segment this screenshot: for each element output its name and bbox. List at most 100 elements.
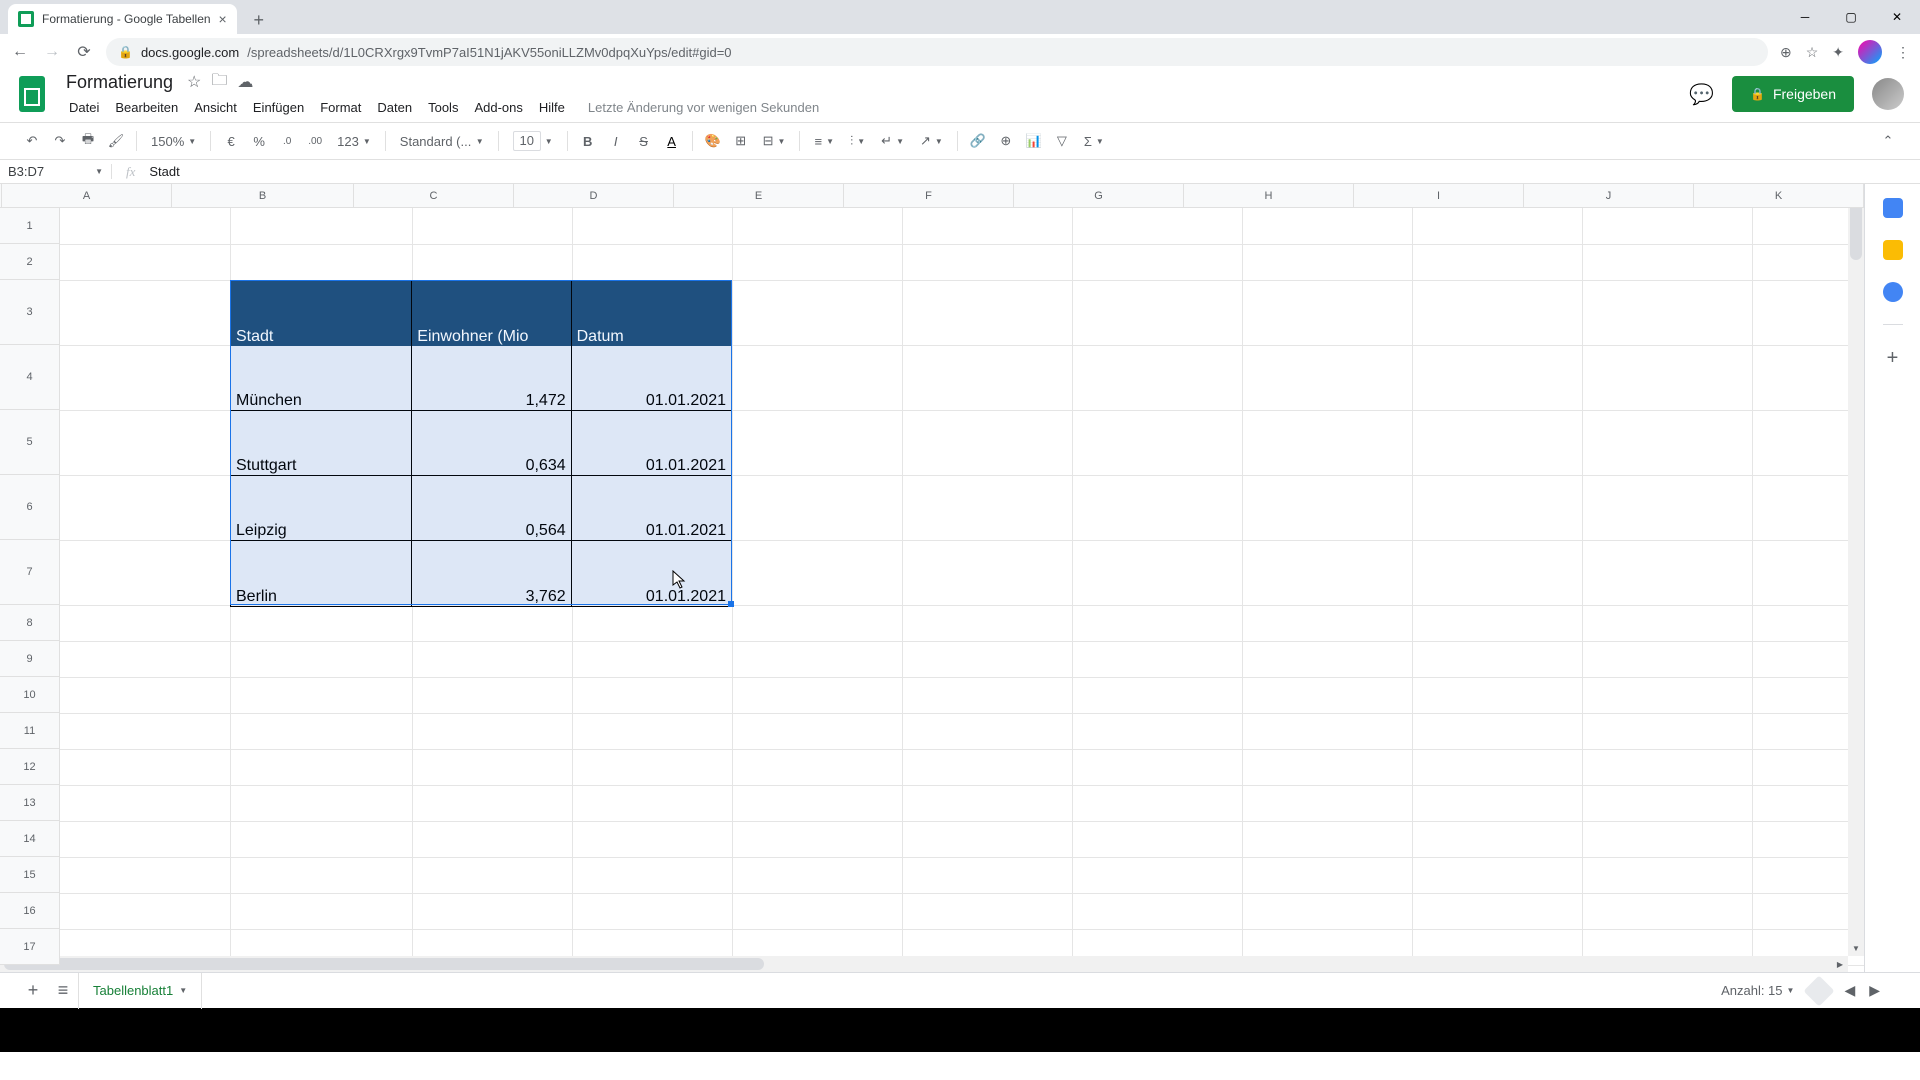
merge-cells-button[interactable]: ⊟▼ [757, 133, 792, 149]
comments-icon[interactable]: 💬 [1689, 82, 1714, 107]
move-doc-icon[interactable]: 🗀 [211, 69, 227, 96]
add-addon-icon[interactable]: + [1887, 347, 1899, 370]
row-header-16[interactable]: 16 [0, 893, 59, 929]
sheet-tab-menu-icon[interactable]: ▼ [179, 986, 187, 995]
row-header-3[interactable]: 3 [0, 280, 59, 345]
menu-addons[interactable]: Add-ons [467, 98, 529, 117]
row-header-8[interactable]: 8 [0, 605, 59, 641]
menu-tools[interactable]: Tools [421, 98, 465, 117]
row-header-5[interactable]: 5 [0, 410, 59, 475]
menu-datei[interactable]: Datei [62, 98, 106, 117]
explore-button[interactable] [1804, 975, 1835, 1006]
row-header-6[interactable]: 6 [0, 475, 59, 540]
browser-tab[interactable]: Formatierung - Google Tabellen × [8, 4, 237, 34]
col-header-k[interactable]: K [1694, 184, 1864, 207]
insert-comment-button[interactable]: ⊕ [994, 128, 1018, 154]
account-avatar[interactable] [1872, 78, 1904, 110]
col-header-i[interactable]: I [1354, 184, 1524, 207]
menu-ansicht[interactable]: Ansicht [187, 98, 244, 117]
add-sheet-button[interactable]: + [18, 980, 48, 1001]
row-header-2[interactable]: 2 [0, 244, 59, 280]
decrease-decimal-button[interactable]: .0 [275, 128, 299, 154]
row-header-12[interactable]: 12 [0, 749, 59, 785]
menu-hilfe[interactable]: Hilfe [532, 98, 572, 117]
last-edit-text[interactable]: Letzte Änderung vor wenigen Sekunden [588, 100, 819, 115]
h-align-button[interactable]: ≡▼ [808, 134, 840, 149]
number-format-dropdown[interactable]: 123▼ [331, 134, 377, 149]
bold-button[interactable]: B [576, 128, 600, 154]
zoom-dropdown[interactable]: 150%▼ [145, 134, 202, 149]
reload-button[interactable]: ⟳ [74, 42, 94, 62]
horizontal-scrollbar[interactable]: ◀ ▶ [0, 956, 1848, 972]
table-header-cell[interactable]: Einwohner (Mio [412, 281, 571, 346]
paint-format-button[interactable]: 🖌 [104, 128, 128, 154]
insert-link-button[interactable]: 🔗 [966, 128, 990, 154]
v-align-button[interactable]: ⫶▼ [844, 133, 871, 149]
row-header-13[interactable]: 13 [0, 785, 59, 821]
cells-area[interactable]: StadtEinwohner (MioDatumMünchen1,47201.0… [60, 208, 1864, 972]
table-cell[interactable]: Leipzig [231, 476, 412, 541]
star-icon[interactable]: ☆ [1806, 44, 1819, 61]
url-input[interactable]: 🔒 docs.google.com/spreadsheets/d/1L0CRXr… [106, 38, 1768, 66]
vertical-scroll-thumb[interactable] [1850, 200, 1862, 260]
table-cell[interactable]: 01.01.2021 [572, 346, 731, 411]
fill-color-button[interactable]: 🎨 [701, 128, 725, 154]
sheet-nav-left[interactable]: ◀ [1844, 982, 1855, 999]
col-header-g[interactable]: G [1014, 184, 1184, 207]
share-button[interactable]: 🔒 Freigeben [1732, 76, 1854, 112]
horizontal-scroll-thumb[interactable] [4, 958, 764, 970]
col-header-e[interactable]: E [674, 184, 844, 207]
row-header-1[interactable]: 1 [0, 208, 59, 244]
cloud-status-icon[interactable]: ☁ [237, 72, 253, 92]
table-cell[interactable]: 1,472 [412, 346, 571, 411]
collapse-toolbar-button[interactable]: ⌃ [1876, 128, 1900, 154]
vertical-scrollbar[interactable]: ▲ ▼ [1848, 184, 1864, 956]
row-header-17[interactable]: 17 [0, 929, 59, 965]
table-cell[interactable]: 0,564 [412, 476, 571, 541]
font-dropdown[interactable]: Standard (...▼ [394, 134, 490, 149]
table-cell[interactable]: Stuttgart [231, 411, 412, 476]
maximize-button[interactable]: ▢ [1828, 0, 1874, 34]
table-header-cell[interactable]: Datum [572, 281, 731, 346]
row-header-4[interactable]: 4 [0, 345, 59, 410]
text-rotation-button[interactable]: ↗▼ [914, 133, 949, 149]
print-button[interactable]: 🖶 [76, 128, 100, 154]
keep-icon[interactable] [1883, 240, 1903, 260]
menu-daten[interactable]: Daten [370, 98, 419, 117]
col-header-j[interactable]: J [1524, 184, 1694, 207]
text-wrap-button[interactable]: ↵▼ [875, 133, 910, 149]
table-header-cell[interactable]: Stadt [231, 281, 412, 346]
redo-button[interactable]: ↷ [48, 128, 72, 154]
tab-close-icon[interactable]: × [219, 11, 227, 27]
col-header-f[interactable]: F [844, 184, 1014, 207]
star-doc-icon[interactable]: ☆ [187, 72, 201, 92]
table-cell[interactable]: 3,762 [412, 541, 571, 606]
profile-avatar[interactable] [1858, 40, 1882, 64]
increase-decimal-button[interactable]: .00 [303, 128, 327, 154]
formula-input[interactable]: Stadt [149, 164, 1920, 179]
calendar-icon[interactable] [1883, 198, 1903, 218]
sheet-tab-1[interactable]: Tabellenblatt1 ▼ [78, 973, 202, 1009]
table-cell[interactable]: 01.01.2021 [572, 541, 731, 606]
row-header-11[interactable]: 11 [0, 713, 59, 749]
menu-format[interactable]: Format [313, 98, 368, 117]
row-header-14[interactable]: 14 [0, 821, 59, 857]
browser-menu-icon[interactable]: ⋮ [1896, 44, 1910, 61]
menu-einfuegen[interactable]: Einfügen [246, 98, 311, 117]
insert-chart-button[interactable]: 📊 [1022, 128, 1046, 154]
strikethrough-button[interactable]: S [632, 128, 656, 154]
forward-button[interactable]: → [42, 43, 62, 61]
extensions-icon[interactable]: ✦ [1832, 44, 1844, 61]
row-header-7[interactable]: 7 [0, 540, 59, 605]
row-header-15[interactable]: 15 [0, 857, 59, 893]
col-header-a[interactable]: A [2, 184, 172, 207]
currency-button[interactable]: € [219, 128, 243, 154]
name-box[interactable]: B3:D7 ▼ [0, 164, 112, 179]
borders-button[interactable]: ⊞ [729, 128, 753, 154]
status-dropdown[interactable]: Anzahl: 15▼ [1721, 983, 1794, 998]
table-cell[interactable]: München [231, 346, 412, 411]
table-cell[interactable]: Berlin [231, 541, 412, 606]
col-header-b[interactable]: B [172, 184, 354, 207]
sheet-nav-right[interactable]: ▶ [1869, 982, 1880, 999]
col-header-c[interactable]: C [354, 184, 514, 207]
